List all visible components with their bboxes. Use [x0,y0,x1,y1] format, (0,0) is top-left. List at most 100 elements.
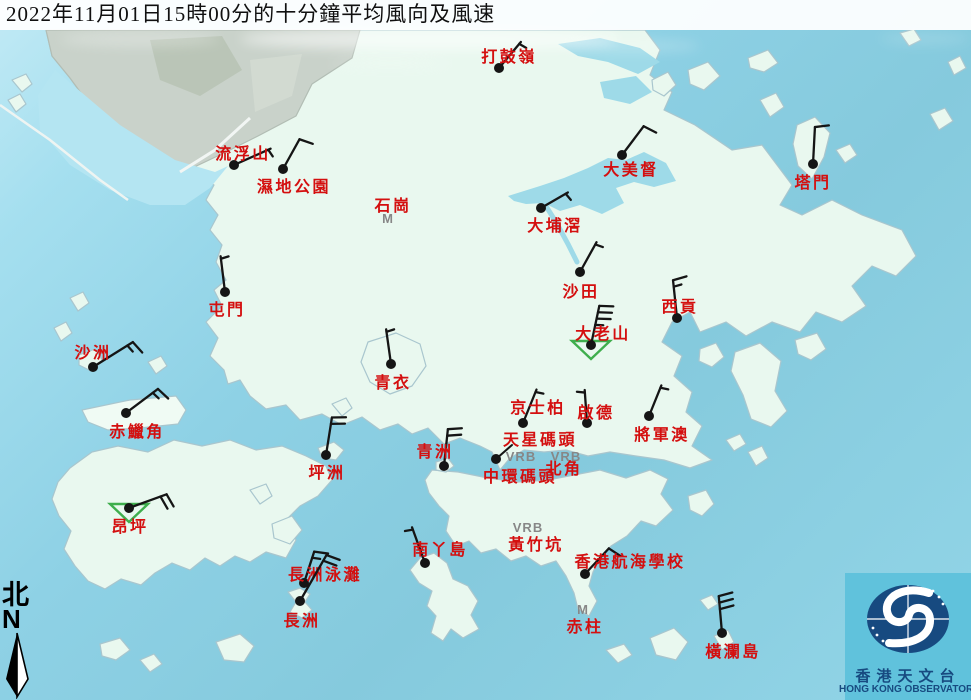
station-tuen-mun: 屯門 [208,256,245,319]
station-tseung-kwan-o: 將軍澳 [634,385,690,444]
station-status-vrb: VRB [506,449,536,464]
wind-barb-shaft-icon [580,242,596,272]
map-title: 2022年11月01日15時00分的十分鐘平均風向及風速 [0,0,971,30]
wind-barb-shaft-icon [813,127,815,164]
station-sai-kung: 西貢 [661,276,698,323]
station-dot [439,461,449,471]
wind-barb-feather-icon [158,389,168,399]
station-label: 屯門 [208,300,245,319]
station-label: 大美督 [603,160,659,179]
station-status-m: M [577,602,589,617]
wind-barb-feather-icon [386,329,394,331]
station-label: 濕地公園 [257,177,331,196]
wind-barb-feather-icon [153,393,159,398]
stations-layer: 打鼓嶺流浮山濕地公園大美督塔門石崗M大埔滘屯門沙田西貢沙洲大老山青衣赤鱲角京士柏… [0,0,971,700]
station-ta-kwu-ling: 打鼓嶺 [481,42,537,73]
station-tates-cairn: 大老山 [572,306,631,359]
station-dot [808,159,818,169]
station-green-island: 青洲 [416,428,461,471]
station-label: 坪洲 [308,464,345,482]
station-dot [536,203,546,213]
wind-barb-feather-icon [519,44,526,48]
hko-logo: 香港天文台 HONG KONG OBSERVATORY [845,573,971,700]
wind-barb-feather-icon [674,284,682,286]
station-label: 西貢 [661,298,698,316]
wind-barb-feather-icon [673,276,686,280]
station-central-pier: 中環碼頭 [483,467,557,486]
station-dot [575,267,585,277]
wind-barb-feather-icon [167,494,174,506]
wind-barb-feather-icon [660,388,668,390]
weather-map: 打鼓嶺流浮山濕地公園大美督塔門石崗M大埔滘屯門沙田西貢沙洲大老山青衣赤鱲角京士柏… [0,0,971,700]
wind-barb-feather-icon [447,435,461,436]
wind-barb-feather-icon [566,194,571,200]
wind-barb-shaft-icon [221,256,225,292]
station-label: 昂坪 [111,518,148,536]
station-label: 啟德 [577,403,614,422]
station-dot [220,287,230,297]
station-label: 沙田 [562,283,599,301]
wind-barb-shaft-icon [386,329,391,364]
wind-barb-feather-icon [536,392,544,394]
station-status-vrb: VRB [513,520,543,535]
station-waglan-island: 橫瀾島 [705,593,761,661]
station-status-vrb: VRB [551,449,581,464]
wind-barb-feather-icon [127,346,132,352]
wind-barb-shaft-icon [283,139,299,169]
station-dot [124,503,134,513]
station-dot [121,408,131,418]
station-status-m: M [382,211,394,226]
wind-barb-feather-icon [299,139,312,144]
wind-barb-feather-icon [221,256,229,258]
station-label: 黃竹坑 [507,535,564,554]
station-dot [518,418,528,428]
compass-north: 北 N [2,581,36,699]
wind-barb-feather-icon [327,555,340,560]
station-label: 青洲 [416,442,453,461]
station-tai-po-kau: 大埔滘 [527,193,583,236]
wind-barb-feather-icon [323,561,336,566]
wind-barb-feather-icon [815,125,829,127]
station-label: 南丫島 [412,540,468,559]
station-label: 大老山 [575,324,631,343]
wind-barb-feather-icon [314,552,328,554]
station-sha-chau: 沙洲 [74,342,142,372]
station-dot [491,454,501,464]
station-label: 香港航海學校 [573,552,685,571]
station-label: 天星碼頭 [503,431,577,449]
station-label: 長洲 [283,612,320,630]
wind-barb-feather-icon [160,497,167,509]
wind-barb-feather-icon [720,605,734,609]
station-label: 橫瀾島 [705,642,761,661]
logo-title-cn: 香港天文台 [845,665,971,686]
station-label: 青衣 [374,373,411,392]
station-label: 京士柏 [510,398,566,417]
station-sha-tin: 沙田 [562,242,602,301]
wind-barb-feather-icon [719,599,733,603]
station-tai-mei-tuk: 大美督 [603,126,659,179]
wind-barb-shaft-icon [622,126,644,155]
station-label: 打鼓嶺 [481,47,537,66]
station-label: 赤柱 [566,617,603,636]
station-dot [617,150,627,160]
station-hk-sea-school: 香港航海學校 [573,548,685,579]
station-wong-chuk-hang: 黃竹坑VRB [507,520,564,554]
wind-barb-feather-icon [312,558,320,559]
station-stanley: 赤柱M [566,602,603,636]
station-dot [278,164,288,174]
north-arrow-icon [2,631,36,699]
station-lau-fau-shan: 流浮山 [215,144,272,170]
wind-barb-feather-icon [719,593,733,597]
station-label: 中環碼頭 [483,467,557,486]
station-label: 長洲泳灘 [288,565,362,584]
station-label: 沙洲 [74,344,111,362]
compass-letter: N [2,607,36,631]
station-label: 赤鱲角 [109,422,165,441]
station-dot [717,628,727,638]
station-shek-kong: 石崗M [373,196,411,226]
wind-barb-feather-icon [133,342,142,352]
station-peng-chau: 坪洲 [308,417,345,482]
station-dot [88,362,98,372]
station-label: 將軍澳 [634,425,690,444]
logo-title-en: HONG KONG OBSERVATORY [839,684,971,695]
